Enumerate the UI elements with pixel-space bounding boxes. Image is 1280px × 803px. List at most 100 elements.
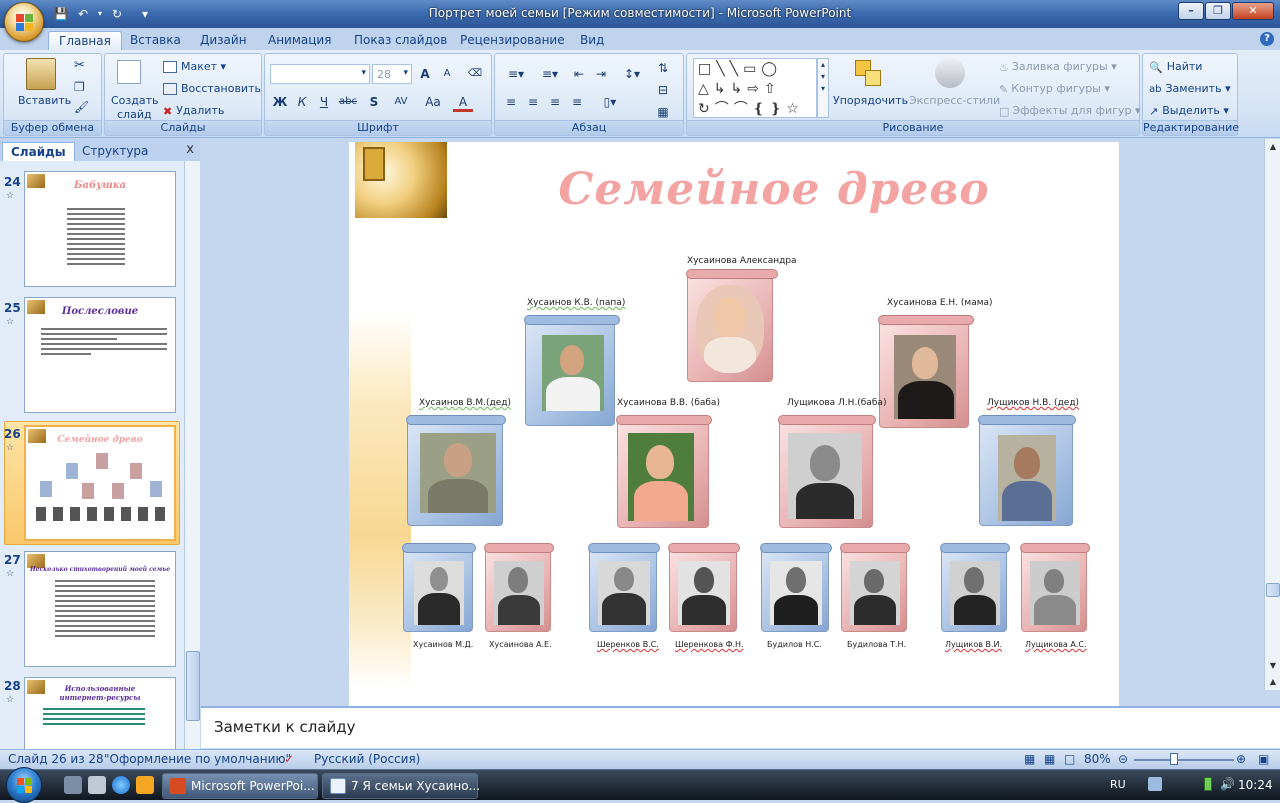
frame-g4[interactable] — [668, 543, 740, 632]
delete-slide-button[interactable]: ✖ Удалить — [163, 104, 224, 118]
normal-view-icon[interactable]: ▦ — [1024, 752, 1035, 766]
font-size-field[interactable]: 28 ▾ — [372, 64, 412, 84]
media-player-icon[interactable] — [136, 776, 154, 794]
fit-to-window-icon[interactable]: ▣ — [1258, 752, 1269, 766]
scroll-down-icon[interactable]: ▼ — [1266, 659, 1280, 673]
reset-button[interactable]: Восстановить — [163, 82, 261, 95]
font-name-field[interactable]: ▾ — [270, 64, 370, 84]
close-pane-icon[interactable]: x — [186, 142, 194, 157]
zoom-out-icon[interactable]: ⊝ — [1118, 752, 1128, 766]
language-indicator[interactable]: Русский (Россия) — [314, 752, 420, 766]
tab-slideshow[interactable]: Показ слайдов — [344, 31, 457, 50]
previous-slide-icon[interactable]: ▲ — [1266, 675, 1280, 689]
tab-view[interactable]: Вид — [570, 31, 614, 50]
replace-button[interactable]: ab Заменить ▾ — [1149, 82, 1231, 95]
thumbnail-28[interactable]: Использованные интернет-ресурсы — [24, 677, 176, 749]
font-size-dropdown-icon[interactable]: ▾ — [403, 68, 408, 78]
tab-home[interactable]: Главная — [48, 31, 122, 50]
new-slide-icon[interactable] — [117, 60, 141, 84]
align-right-icon[interactable]: ≡ — [545, 92, 565, 112]
text-direction-icon[interactable]: ⇅ — [653, 58, 673, 78]
keyboard-language[interactable]: RU — [1110, 778, 1126, 791]
bold-button[interactable]: Ж — [270, 92, 290, 112]
tab-slides[interactable]: Слайды — [2, 142, 75, 161]
frame-g3[interactable] — [588, 543, 660, 632]
columns-icon[interactable]: ▯▾ — [595, 92, 625, 112]
format-painter-icon[interactable]: 🖌 — [74, 100, 89, 114]
paste-icon[interactable] — [26, 58, 56, 90]
frame-g1[interactable] — [402, 543, 476, 632]
taskbar-document[interactable]: 7 Я семьи Хусаино... — [322, 773, 480, 799]
thumbnail-25[interactable]: Послесловие — [24, 297, 176, 413]
cut-icon[interactable]: ✂ — [74, 58, 85, 73]
minimize-button[interactable]: – — [1178, 2, 1204, 20]
find-button[interactable]: 🔍 Найти — [1149, 60, 1202, 74]
slide-canvas[interactable]: Семейное древо Хусаинова Александра Хуса… — [349, 142, 1119, 706]
quick-styles-button[interactable]: Экспресс-стили — [909, 94, 1000, 107]
bullets-icon[interactable]: ≡▾ — [501, 64, 531, 84]
sorter-view-icon[interactable]: ▦ — [1044, 752, 1055, 766]
align-text-icon[interactable]: ⊟ — [653, 80, 673, 100]
slides-pane-scrollbar[interactable] — [184, 161, 200, 749]
paste-button[interactable]: Вставить — [18, 94, 71, 107]
smartart-icon[interactable]: ▦ — [653, 102, 673, 122]
shapes-gallery-scroll[interactable]: ▴ ▾ ▾ — [817, 58, 829, 118]
frame-g2[interactable] — [484, 543, 554, 632]
shapes-gallery[interactable]: □╲╲▭◯ △↳↳⇨⇧ ↻⌒⌒❴❵☆ — [693, 58, 817, 118]
tab-outline[interactable]: Структура — [74, 142, 156, 161]
quick-styles-icon[interactable] — [935, 58, 965, 88]
show-desktop-icon[interactable] — [64, 776, 82, 794]
new-slide-button-1[interactable]: Создать — [111, 94, 159, 107]
arrange-button[interactable]: Упорядочить — [833, 94, 908, 107]
taskbar-powerpoint[interactable]: Microsoft PowerPoi... — [162, 773, 318, 799]
scrollbar-thumb[interactable] — [1266, 583, 1280, 597]
decrease-indent-icon[interactable]: ⇤ — [569, 64, 589, 84]
help-icon[interactable]: ? — [1260, 32, 1274, 46]
copy-icon[interactable]: ❐ — [74, 80, 85, 94]
thumbnail-27[interactable]: Несколько стихотворений моей семье — [24, 551, 176, 667]
slideshow-view-icon[interactable]: □ — [1064, 752, 1075, 766]
align-center-icon[interactable]: ≡ — [523, 92, 543, 112]
zoom-in-icon[interactable]: ⊕ — [1236, 752, 1246, 766]
frame-mother[interactable] — [878, 315, 974, 428]
switch-windows-icon[interactable] — [88, 776, 106, 794]
char-spacing-button[interactable]: AV — [388, 92, 414, 112]
slide-vertical-scrollbar[interactable]: ▲ ▼ ▲ — [1264, 139, 1280, 690]
tab-design[interactable]: Дизайн — [190, 31, 257, 50]
notes-pane[interactable]: Заметки к слайду — [201, 706, 1280, 748]
frame-grandpa-m[interactable] — [978, 415, 1076, 526]
layout-button[interactable]: Макет ▾ — [163, 60, 226, 73]
internet-explorer-icon[interactable] — [112, 776, 130, 794]
clear-format-icon[interactable]: ⌫ — [465, 64, 485, 84]
strikethrough-button[interactable]: abc — [338, 92, 358, 112]
shrink-font-button[interactable]: A — [437, 64, 457, 84]
theme-name[interactable]: "Оформление по умолчанию" — [104, 752, 291, 766]
start-button[interactable] — [6, 767, 42, 803]
close-button[interactable]: ✕ — [1232, 2, 1274, 20]
slide-title[interactable]: Семейное древо — [549, 164, 999, 215]
zoom-slider-knob[interactable] — [1170, 753, 1178, 765]
frame-grandpa-f[interactable] — [406, 415, 506, 526]
frame-grandma-m[interactable] — [778, 415, 876, 528]
shape-outline-button[interactable]: ✎ Контур фигуры ▾ — [999, 82, 1110, 96]
numbering-icon[interactable]: ≡▾ — [535, 64, 565, 84]
align-left-icon[interactable]: ≡ — [501, 92, 521, 112]
increase-indent-icon[interactable]: ⇥ — [591, 64, 611, 84]
notes-placeholder[interactable]: Заметки к слайду — [214, 718, 356, 736]
frame-g5[interactable] — [760, 543, 832, 632]
spellcheck-icon[interactable]: ✓ — [284, 752, 294, 766]
italic-button[interactable]: К — [292, 92, 312, 112]
frame-g6[interactable] — [840, 543, 910, 632]
tray-battery-icon[interactable] — [1204, 777, 1212, 791]
arrange-icon[interactable] — [853, 58, 885, 90]
restore-button[interactable]: ❐ — [1205, 2, 1231, 20]
zoom-slider[interactable] — [1134, 753, 1234, 765]
line-spacing-icon[interactable]: ↕▾ — [617, 64, 647, 84]
shape-effects-button[interactable]: □ Эффекты для фигур ▾ — [999, 104, 1141, 118]
frame-grandma-f[interactable] — [616, 415, 712, 528]
shadow-button[interactable]: S — [364, 92, 384, 112]
justify-icon[interactable]: ≡ — [567, 92, 587, 112]
shape-fill-button[interactable]: ♨ Заливка фигуры ▾ — [999, 60, 1117, 74]
font-name-dropdown-icon[interactable]: ▾ — [361, 68, 366, 78]
tab-review[interactable]: Рецензирование — [450, 31, 575, 50]
